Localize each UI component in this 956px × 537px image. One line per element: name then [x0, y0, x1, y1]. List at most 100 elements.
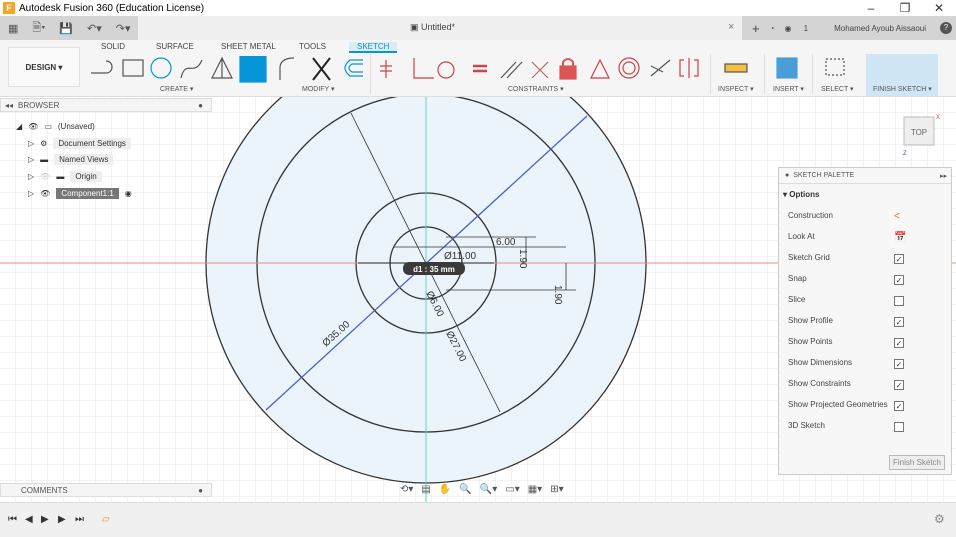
palette-row-construction[interactable]: Construction < [788, 211, 938, 225]
browser-item-named-views[interactable]: ▷ ▬ Named Views [28, 153, 114, 166]
finish-sketch-menu[interactable]: FINISH SKETCH ▾ [873, 85, 932, 93]
checkbox[interactable]: ✓ [894, 359, 904, 369]
browser-item-root[interactable]: ◢ 👁 ▭ (Unsaved) [16, 120, 95, 133]
browser-options-icon[interactable]: ● [198, 101, 203, 110]
document-tab[interactable]: ▣ Untitled* [410, 22, 455, 33]
constraints-menu[interactable]: CONSTRAINTS ▾ [508, 85, 564, 93]
fillet-tool-icon [279, 57, 295, 80]
collapse-icon[interactable]: ◂◂ [5, 101, 13, 110]
new-tab-button[interactable]: + [752, 21, 760, 36]
checkbox[interactable]: ✓ [894, 380, 904, 390]
palette-row-show-dimensions[interactable]: Show Dimensions ✓ [788, 358, 938, 372]
palette-row-label: Construction [788, 211, 833, 220]
tab-sketch[interactable]: SKETCH [349, 42, 398, 53]
zoom-icon[interactable]: 🔍 [459, 484, 471, 495]
file-menu-icon[interactable]: 🗎▾ [32, 19, 45, 38]
comments-add-icon[interactable]: ● [198, 486, 203, 495]
palette-row-slice[interactable]: Slice [788, 295, 938, 309]
go-to-start-icon[interactable]: ⏮ [8, 514, 17, 525]
palette-row-show-points[interactable]: Show Points ✓ [788, 337, 938, 351]
display-settings-icon[interactable]: ▭▾ [505, 484, 519, 495]
spline-tool-icon [180, 59, 203, 79]
dimension-tooltip-text: d1 : 35 mm [413, 265, 455, 274]
dim-190a-label[interactable]: 1.90 [517, 249, 528, 269]
pan-icon[interactable]: ✋ [439, 484, 451, 495]
measure-icon [724, 63, 748, 73]
minimize-button[interactable]: – [854, 0, 888, 16]
look-at-icon[interactable]: ▤ [421, 484, 430, 495]
inspect-menu[interactable]: INSPECT ▾ [718, 85, 754, 93]
browser-title: BROWSER [18, 100, 60, 110]
quick-access-bar: ▦ 🗎▾ 💾 ↶▾ ↷▾ ▣ Untitled* × + ◔ ◉ 1 Moham… [0, 16, 956, 40]
palette-row-show-profile[interactable]: Show Profile ✓ [788, 316, 938, 330]
tab-surface[interactable]: SURFACE [156, 42, 194, 51]
checkbox[interactable]: ✓ [894, 401, 904, 411]
user-name[interactable]: Mohamed Ayoub Aissaoui [834, 24, 926, 33]
viewcube-top-face[interactable]: TOP [911, 128, 927, 137]
construction-icon[interactable]: < [894, 211, 900, 222]
window-title: Autodesk Fusion 360 (Education License) [19, 2, 205, 14]
create-menu[interactable]: CREATE ▾ [160, 85, 193, 93]
help-icon[interactable]: ? [940, 22, 953, 34]
options-section[interactable]: ▾ Options [779, 184, 951, 204]
palette-row-sketch-grid[interactable]: Sketch Grid ✓ [788, 253, 938, 267]
checkbox[interactable]: ✓ [894, 254, 904, 264]
comments-panel[interactable]: COMMENTS ● [0, 483, 212, 497]
step-back-icon[interactable]: ◀ [25, 514, 33, 525]
browser-item-origin[interactable]: ▷ 👁 ▬ Origin [28, 170, 102, 183]
select-menu[interactable]: SELECT ▾ [821, 85, 854, 93]
close-tab-button[interactable]: × [728, 21, 734, 33]
close-button[interactable]: ✕ [922, 0, 956, 16]
palette-row-snap[interactable]: Snap ✓ [788, 274, 938, 288]
job-status-icon[interactable]: ◔ [770, 24, 775, 33]
comments-title: COMMENTS [21, 486, 68, 495]
checkbox[interactable] [894, 422, 904, 432]
step-forward-icon[interactable]: ▶ [58, 514, 66, 525]
palette-row-3d-sketch[interactable]: 3D Sketch [788, 421, 938, 435]
browser-item-component[interactable]: ▷ 👁 Component1:1 ◉ [28, 187, 132, 200]
redo-icon[interactable]: ↷▾ [116, 22, 131, 35]
undo-icon[interactable]: ↶▾ [87, 22, 102, 35]
dim-190b-label[interactable]: 1.90 [552, 285, 563, 305]
browser-item-document-settings[interactable]: ▷ ⚙ Document Settings [28, 137, 131, 150]
palette-row-show-projected-geometries[interactable]: Show Projected Geometries ✓ [788, 400, 938, 414]
maximize-button[interactable]: ❐ [888, 0, 922, 16]
parallel-icon [500, 61, 523, 79]
look-at-icon[interactable]: 📅 [894, 232, 906, 243]
palette-finish-sketch-button[interactable]: Finish Sketch [888, 455, 945, 470]
sketch-feature-icon[interactable]: ▱ [102, 514, 110, 525]
dim-600-label[interactable]: 6.00 [496, 237, 516, 248]
grid-settings-icon[interactable]: ▦▾ [528, 484, 542, 495]
expand-icon[interactable]: ▸▸ [940, 172, 947, 180]
tab-tools[interactable]: TOOLS [299, 42, 326, 51]
dim-11-label[interactable]: Ø11.00 [444, 251, 476, 262]
tab-sheet-metal[interactable]: SHEET METAL [221, 42, 276, 51]
palette-row-label: Slice [788, 295, 806, 304]
palette-row-show-constraints[interactable]: Show Constraints ✓ [788, 379, 938, 393]
go-to-end-icon[interactable]: ⏭ [75, 514, 84, 525]
modify-menu[interactable]: MODIFY ▾ [302, 85, 335, 93]
document-title: Untitled* [421, 22, 456, 32]
timeline: ⏮ ◀ ▶ ▶ ⏭ ▱ ⚙ [0, 502, 956, 537]
timeline-settings-gear-icon[interactable]: ⚙ [934, 512, 945, 526]
save-icon[interactable]: 💾 [59, 22, 73, 35]
checkbox[interactable]: ✓ [894, 338, 904, 348]
app-grid-icon[interactable]: ▦ [8, 22, 18, 35]
tab-solid[interactable]: SOLID [101, 42, 125, 51]
notifications-icon[interactable]: ◉ 1 [784, 24, 808, 33]
fit-icon[interactable]: 🔍▾ [480, 484, 497, 495]
offset-tool-icon [344, 59, 363, 77]
orbit-icon[interactable]: ⟲▾ [400, 484, 413, 495]
palette-row-label: Show Profile [788, 316, 833, 325]
workspace-switcher[interactable]: DESIGN ▾ [8, 47, 80, 87]
checkbox[interactable]: ✓ [894, 317, 904, 327]
play-icon[interactable]: ▶ [41, 514, 49, 525]
checkbox[interactable] [894, 296, 904, 306]
checkbox[interactable]: ✓ [894, 275, 904, 285]
equal-icon [473, 64, 487, 73]
insert-menu[interactable]: INSERT ▾ [773, 85, 804, 93]
palette-row-label: Sketch Grid [788, 253, 830, 262]
palette-row-look-at[interactable]: Look At 📅 [788, 232, 938, 246]
viewports-icon[interactable]: ⊞▾ [550, 484, 563, 495]
insert-image-icon [776, 57, 798, 79]
